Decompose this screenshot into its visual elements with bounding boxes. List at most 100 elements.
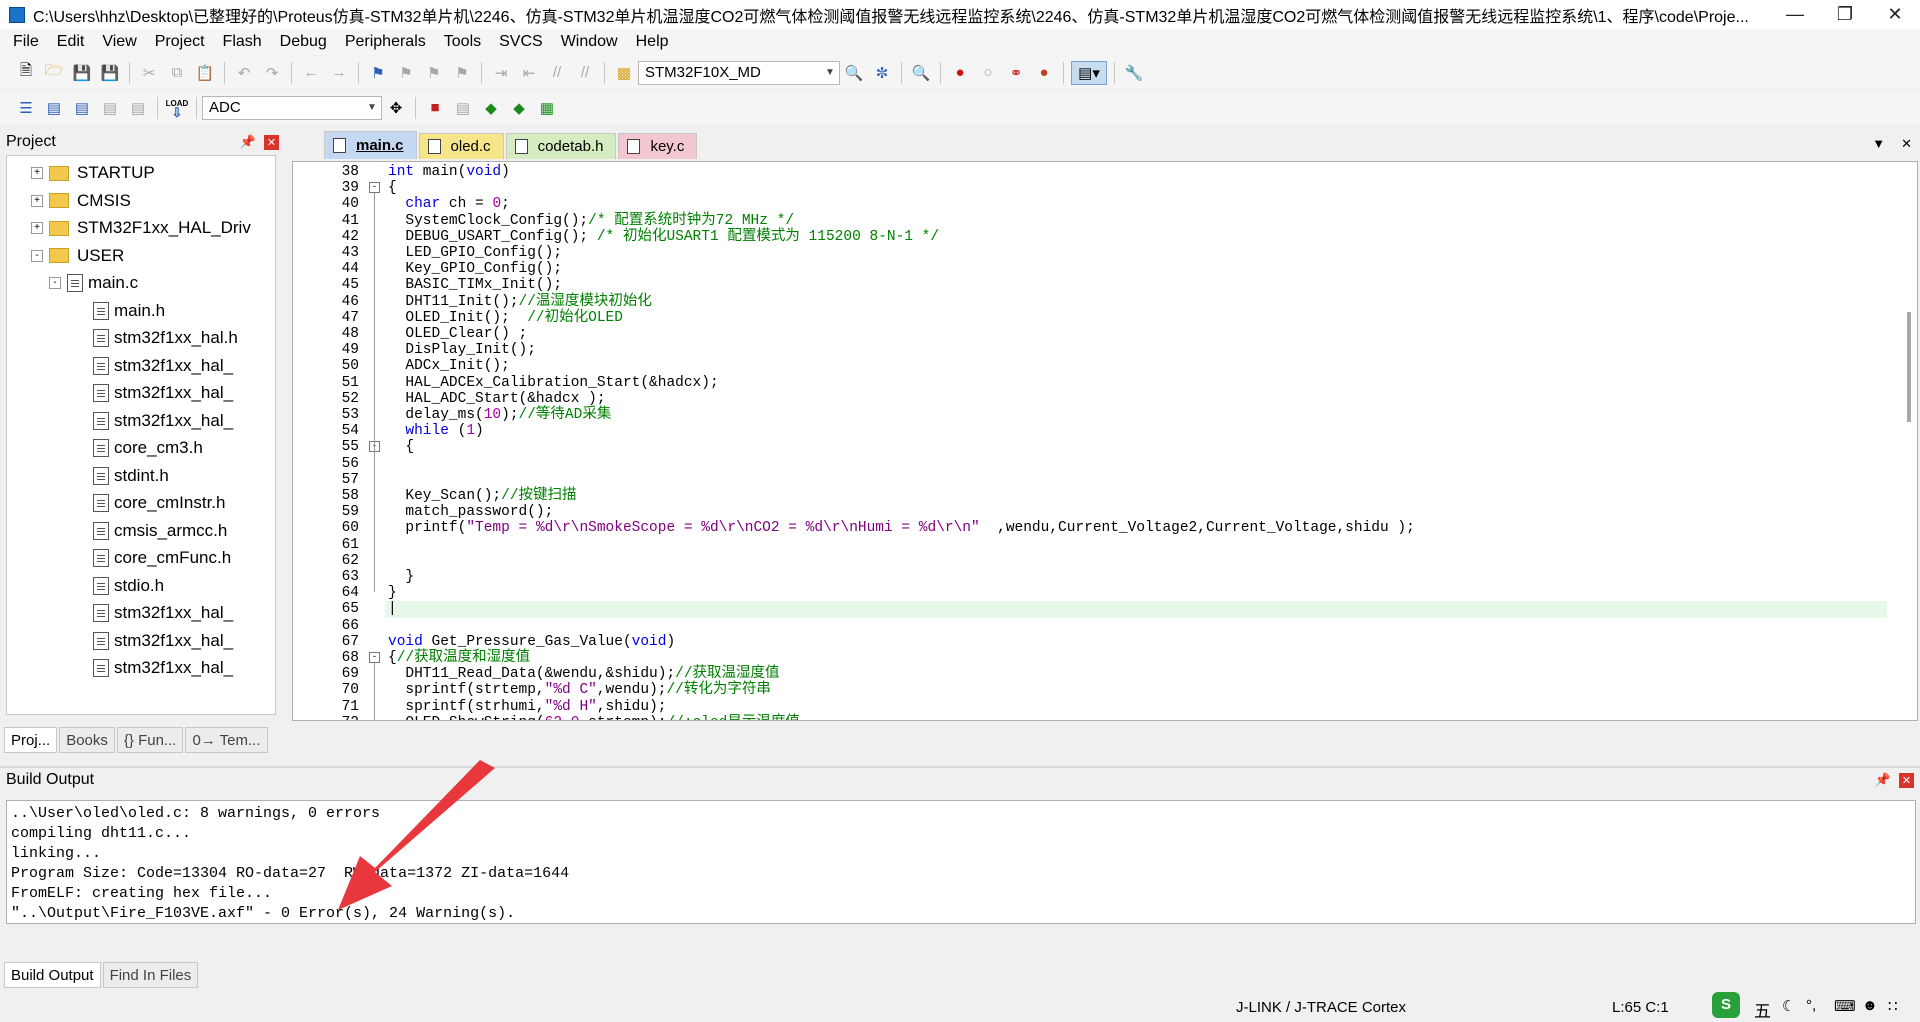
- manage-project-items-icon[interactable]: ▤: [451, 96, 475, 120]
- download-icon[interactable]: LOAD ⇩: [165, 96, 189, 120]
- tree-file[interactable]: - main.c: [49, 270, 138, 296]
- tree-file[interactable]: stm32f1xx_hal_: [93, 408, 233, 434]
- tree-file[interactable]: core_cmFunc.h: [93, 545, 231, 571]
- tree-file[interactable]: cmsis_armcc.h: [93, 518, 227, 544]
- tree-file[interactable]: stm32f1xx_hal_: [93, 628, 233, 654]
- open-folder-icon[interactable]: 🗁: [42, 61, 66, 85]
- save-icon[interactable]: 💾: [70, 61, 94, 85]
- tab-project[interactable]: Proj...: [4, 727, 58, 753]
- collapse-icon[interactable]: -: [31, 249, 43, 262]
- tree-folder[interactable]: + STARTUP: [31, 160, 155, 186]
- editor-tab[interactable]: oled.c: [418, 133, 504, 159]
- tree-file[interactable]: stdio.h: [93, 573, 164, 599]
- menu-peripherals[interactable]: Peripherals: [336, 33, 435, 51]
- comment-icon[interactable]: //: [545, 61, 569, 85]
- expand-icon[interactable]: +: [31, 222, 43, 234]
- pin-icon[interactable]: 📌: [1875, 772, 1891, 787]
- incremental-find-icon[interactable]: ✼: [870, 61, 894, 85]
- fold-toggle-icon[interactable]: -: [369, 182, 380, 194]
- menu-tools[interactable]: Tools: [435, 33, 490, 51]
- batch-build-icon[interactable]: ▤: [98, 96, 122, 120]
- select-packs-icon[interactable]: ◆: [507, 96, 531, 120]
- tree-folder[interactable]: + CMSIS: [31, 188, 131, 214]
- menu-debug[interactable]: Debug: [271, 33, 336, 51]
- tree-folder[interactable]: + STM32F1xx_HAL_Driv: [31, 215, 251, 241]
- save-all-icon[interactable]: 💾: [98, 61, 122, 85]
- close-icon[interactable]: ✕: [1899, 773, 1914, 788]
- tree-file[interactable]: stm32f1xx_hal_: [93, 600, 233, 626]
- menu-flash[interactable]: Flash: [214, 33, 271, 51]
- tree-file[interactable]: stdint.h: [93, 463, 169, 489]
- paste-icon[interactable]: 📋: [193, 61, 217, 85]
- pin-icon[interactable]: 📌: [240, 134, 256, 149]
- new-file-icon[interactable]: 🗎: [14, 61, 38, 85]
- cut-icon[interactable]: ✂: [137, 61, 161, 85]
- device-select[interactable]: STM32F10X_MD ▼: [638, 60, 840, 85]
- tree-file[interactable]: stm32f1xx_hal_: [93, 655, 233, 681]
- tab-functions[interactable]: {} Fun...: [116, 727, 184, 753]
- copy-icon[interactable]: ⧉: [165, 61, 189, 85]
- tree-file[interactable]: core_cm3.h: [93, 435, 203, 461]
- expand-icon[interactable]: +: [31, 167, 43, 179]
- menu-window[interactable]: Window: [552, 33, 627, 51]
- target-options-icon[interactable]: ✥: [384, 96, 408, 120]
- configure-icon[interactable]: 🔧: [1122, 61, 1146, 85]
- unindent-icon[interactable]: ⇤: [517, 61, 541, 85]
- restore-button[interactable]: ❐: [1820, 0, 1870, 29]
- tab-build-output[interactable]: Build Output: [4, 962, 101, 988]
- translate-icon[interactable]: ☰: [14, 96, 38, 120]
- ime-logo-icon[interactable]: S: [1712, 992, 1740, 1018]
- menu-view[interactable]: View: [93, 33, 145, 51]
- tree-file[interactable]: core_cmInstr.h: [93, 490, 226, 516]
- find-in-files-icon[interactable]: 🔍: [842, 61, 866, 85]
- bookmark-icon[interactable]: ⚑: [366, 61, 390, 85]
- tree-file[interactable]: stm32f1xx_hal.h: [93, 325, 238, 351]
- close-editor-icon[interactable]: ✕: [1901, 136, 1912, 152]
- run-time-env-icon[interactable]: ▦: [535, 96, 559, 120]
- expand-icon[interactable]: +: [31, 194, 43, 207]
- nav-back-icon[interactable]: ←: [299, 61, 323, 85]
- horizontal-scrollbar[interactable]: [317, 720, 1077, 721]
- menu-edit[interactable]: Edit: [48, 33, 94, 51]
- debug-session-icon[interactable]: 🔍: [909, 61, 933, 85]
- menu-file[interactable]: File: [4, 33, 48, 51]
- build-output-text[interactable]: ..\User\oled\oled.c: 8 warnings, 0 error…: [6, 800, 1916, 924]
- tab-find-in-files[interactable]: Find In Files: [102, 962, 199, 988]
- editor-tab[interactable]: codetab.h: [505, 133, 617, 159]
- prev-bookmark-icon[interactable]: ⚑: [394, 61, 418, 85]
- breakpoint-icon[interactable]: ●: [948, 61, 972, 85]
- editor-tab[interactable]: key.c: [618, 133, 698, 159]
- menu-svcs[interactable]: SVCS: [490, 33, 552, 51]
- code-editor[interactable]: 38 int main(void) 39-{40 char ch = 0; 41 Sy…: [292, 161, 1918, 721]
- collapse-icon[interactable]: -: [49, 277, 61, 289]
- menu-help[interactable]: Help: [627, 33, 678, 51]
- close-button[interactable]: ✕: [1870, 0, 1920, 29]
- menu-project[interactable]: Project: [146, 33, 214, 51]
- tab-books[interactable]: Books: [59, 727, 115, 753]
- ime-grid-icon[interactable]: ∷: [1888, 997, 1898, 1015]
- tree-file[interactable]: main.h: [93, 298, 165, 324]
- window-layout-icon[interactable]: ▤▾: [1071, 60, 1107, 85]
- minimize-button[interactable]: —: [1770, 0, 1820, 29]
- stop-build-icon[interactable]: ▤: [126, 96, 150, 120]
- target-select[interactable]: ADC ▼: [202, 95, 382, 120]
- rebuild-icon[interactable]: ▤: [70, 96, 94, 120]
- close-icon[interactable]: ✕: [264, 135, 279, 150]
- tab-templates[interactable]: 0→ Tem...: [185, 727, 268, 753]
- ime-punct-icon[interactable]: °,: [1806, 997, 1816, 1014]
- tree-file[interactable]: stm32f1xx_hal_: [93, 353, 233, 379]
- uncomment-icon[interactable]: //: [573, 61, 597, 85]
- undo-icon[interactable]: ↶: [232, 61, 256, 85]
- ime-user-icon[interactable]: ☻: [1862, 997, 1878, 1014]
- ime-keyboard-icon[interactable]: ⌨: [1834, 997, 1856, 1015]
- ime-mode[interactable]: 五: [1754, 997, 1771, 1022]
- tree-file[interactable]: stm32f1xx_hal_: [93, 380, 233, 406]
- next-bookmark-icon[interactable]: ⚑: [422, 61, 446, 85]
- disable-all-breakpoints-icon[interactable]: ⚭: [1004, 61, 1028, 85]
- editor-tab[interactable]: main.c: [324, 131, 417, 159]
- fold-toggle-icon[interactable]: -: [369, 652, 380, 663]
- ime-moon-icon[interactable]: ☾: [1782, 997, 1795, 1015]
- nav-forward-icon[interactable]: →: [327, 61, 351, 85]
- disable-breakpoint-icon[interactable]: ○: [976, 61, 1000, 85]
- kill-all-breakpoints-icon[interactable]: ●: [1032, 61, 1056, 85]
